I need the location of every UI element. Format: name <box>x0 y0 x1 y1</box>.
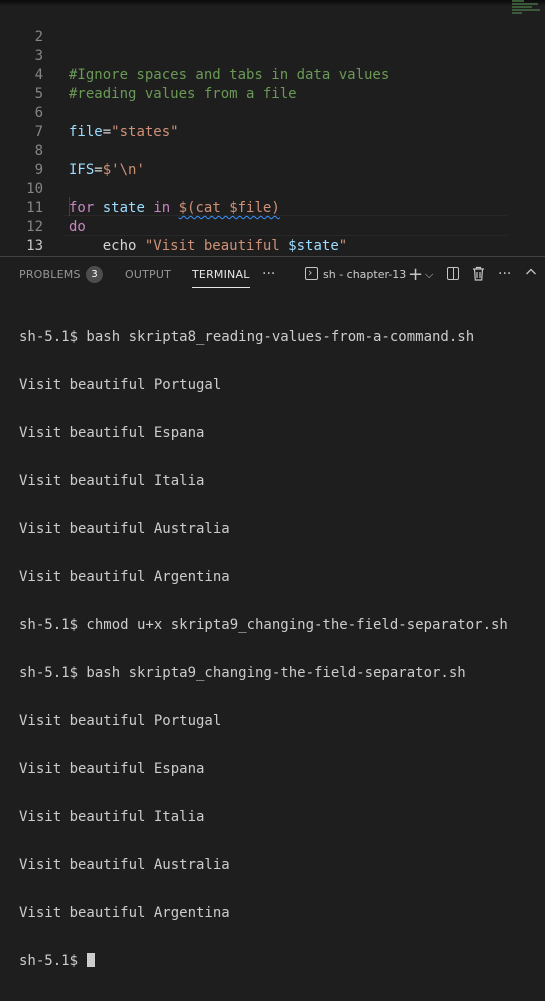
code-line[interactable]: 8 IFS=$'\n' <box>0 123 545 178</box>
add-terminal-icon[interactable]: + <box>408 266 423 284</box>
code-line[interactable]: 12 echo "Visit beautiful $state" <box>0 199 545 254</box>
tab-problems[interactable]: PROBLEMS <box>19 257 81 292</box>
tab-terminal[interactable]: TERMINAL <box>192 257 250 292</box>
code-editor[interactable]: 2 3 #Ignore spaces and tabs in data valu… <box>0 0 545 255</box>
terminal-cursor <box>87 953 96 967</box>
code-line[interactable]: 3 #Ignore spaces and tabs in data values <box>0 28 545 83</box>
code-line[interactable]: 13 done <box>0 218 545 254</box>
terminal-prompt: sh-5.1$ <box>19 953 87 969</box>
maximize-panel-icon[interactable] <box>525 266 537 283</box>
editor-scroll-shadow <box>0 0 545 6</box>
code-line[interactable]: 6 file="states" <box>0 85 545 140</box>
terminal-output[interactable]: sh-5.1$ bash skripta8_reading-values-fro… <box>19 297 508 1001</box>
tab-output[interactable]: OUTPUT <box>125 257 171 292</box>
terminal-line: Visit beautiful Portugal <box>19 713 222 729</box>
code-line[interactable]: 11 do <box>0 180 545 235</box>
code-line[interactable]: 4 #reading values from a file <box>0 47 545 102</box>
terminal-line: Visit beautiful Italia <box>19 473 205 489</box>
terminal-line: Visit beautiful Italia <box>19 809 205 825</box>
terminal-line: sh-5.1$ chmod u+x skripta9_changing-the-… <box>19 617 508 633</box>
problems-count-badge: 3 <box>86 266 103 283</box>
chevron-up-icon <box>526 268 536 275</box>
trash-icon-graphic <box>473 266 484 281</box>
code-line[interactable]: 10 for state in $(cat $file) <box>0 161 545 216</box>
panel-header: PROBLEMS 3 OUTPUT TERMINAL ··· sh - chap… <box>0 257 545 292</box>
terminal-selector[interactable]: sh - chapter-13 <box>305 264 407 283</box>
terminal-line: sh-5.1$ bash skripta8_reading-values-fro… <box>19 329 475 345</box>
code-line[interactable]: 7 <box>0 104 545 140</box>
terminal-line: Visit beautiful Argentina <box>19 569 230 585</box>
terminal-line: Visit beautiful Espana <box>19 425 205 441</box>
terminal-prompt-line[interactable]: sh-5.1$ <box>19 953 508 969</box>
terminal-line: Visit beautiful Espana <box>19 761 205 777</box>
bottom-panel: PROBLEMS 3 OUTPUT TERMINAL ··· sh - chap… <box>0 256 545 969</box>
trash-icon[interactable] <box>472 266 485 283</box>
split-terminal-icon[interactable] <box>447 267 459 280</box>
terminal-line: Visit beautiful Argentina <box>19 905 230 921</box>
terminal-line: Visit beautiful Australia <box>19 857 230 873</box>
code-line[interactable]: 2 <box>0 9 545 45</box>
more-actions-icon[interactable]: ··· <box>498 266 511 283</box>
code-line[interactable]: 9 <box>0 142 545 178</box>
terminal-line: sh-5.1$ bash skripta9_changing-the-field… <box>19 665 466 681</box>
terminal-line: Visit beautiful Portugal <box>19 377 222 393</box>
code-line[interactable]: 14 <box>0 237 545 255</box>
terminal-line: Visit beautiful Australia <box>19 521 230 537</box>
code-line[interactable]: 5 <box>0 66 545 102</box>
terminal-selector-label: sh - chapter-13 <box>323 268 407 281</box>
more-tabs-icon[interactable]: ··· <box>262 266 275 283</box>
chevron-down-icon[interactable]: ⌵ <box>425 266 433 283</box>
terminal-icon <box>305 264 318 281</box>
